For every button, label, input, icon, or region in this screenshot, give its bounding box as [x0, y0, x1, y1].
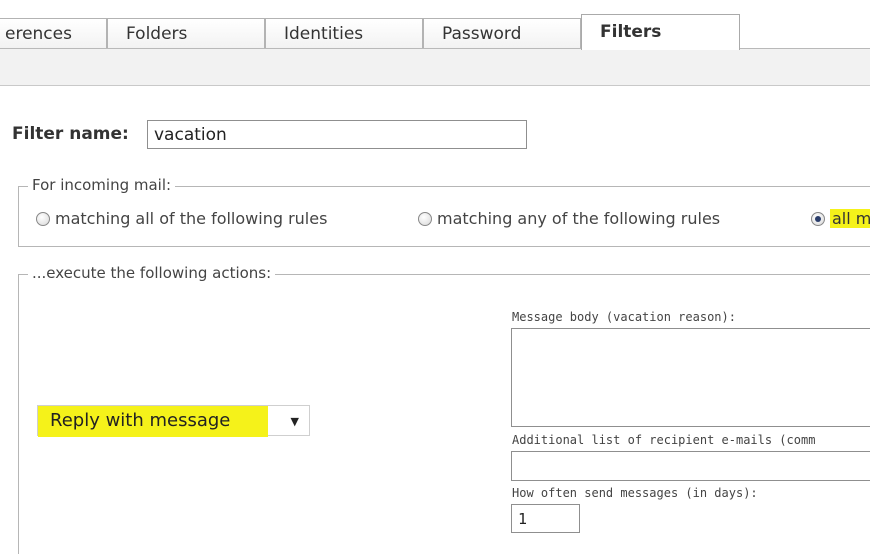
days-label: How often send messages (in days):: [512, 486, 758, 500]
radio-match-any-label: matching any of the following rules: [437, 209, 721, 228]
radio-match-all-label: matching all of the following rules: [55, 209, 328, 228]
days-input[interactable]: 1: [511, 504, 580, 533]
radio-all-messages-icon: [811, 212, 825, 226]
tab-filters-label: Filters: [600, 22, 662, 42]
recipients-input[interactable]: [511, 451, 870, 481]
toolbar-strip: [0, 49, 870, 86]
radio-match-all-icon: [36, 212, 50, 226]
tab-folders[interactable]: Folders: [107, 18, 265, 49]
tab-password[interactable]: Password: [423, 18, 581, 49]
recipients-label: Additional list of recipient e-mails (co…: [512, 433, 816, 447]
tab-identities[interactable]: Identities: [265, 18, 423, 49]
tab-password-label: Password: [442, 24, 522, 44]
tab-folders-label: Folders: [126, 24, 188, 44]
tab-identities-label: Identities: [284, 24, 364, 44]
chevron-down-icon: ▼: [290, 415, 299, 428]
message-body-textarea[interactable]: [511, 328, 870, 427]
tab-preferences[interactable]: erences: [0, 18, 107, 49]
action-type-select[interactable]: Reply with message ▼: [37, 405, 310, 437]
incoming-mail-legend: For incoming mail:: [28, 176, 176, 194]
radio-match-any-icon: [418, 212, 432, 226]
filter-name-input[interactable]: [147, 120, 527, 149]
message-body-label: Message body (vacation reason):: [512, 310, 736, 324]
tab-preferences-label: erences: [5, 24, 72, 44]
filter-name-label: Filter name:: [12, 124, 129, 144]
actions-legend: ...execute the following actions:: [28, 264, 276, 282]
action-type-value: Reply with message: [38, 406, 268, 437]
tab-bar: erences Folders Identities Password Filt…: [0, 0, 870, 50]
radio-all-messages-label: all m: [830, 209, 870, 228]
tab-filters[interactable]: Filters: [581, 14, 740, 50]
